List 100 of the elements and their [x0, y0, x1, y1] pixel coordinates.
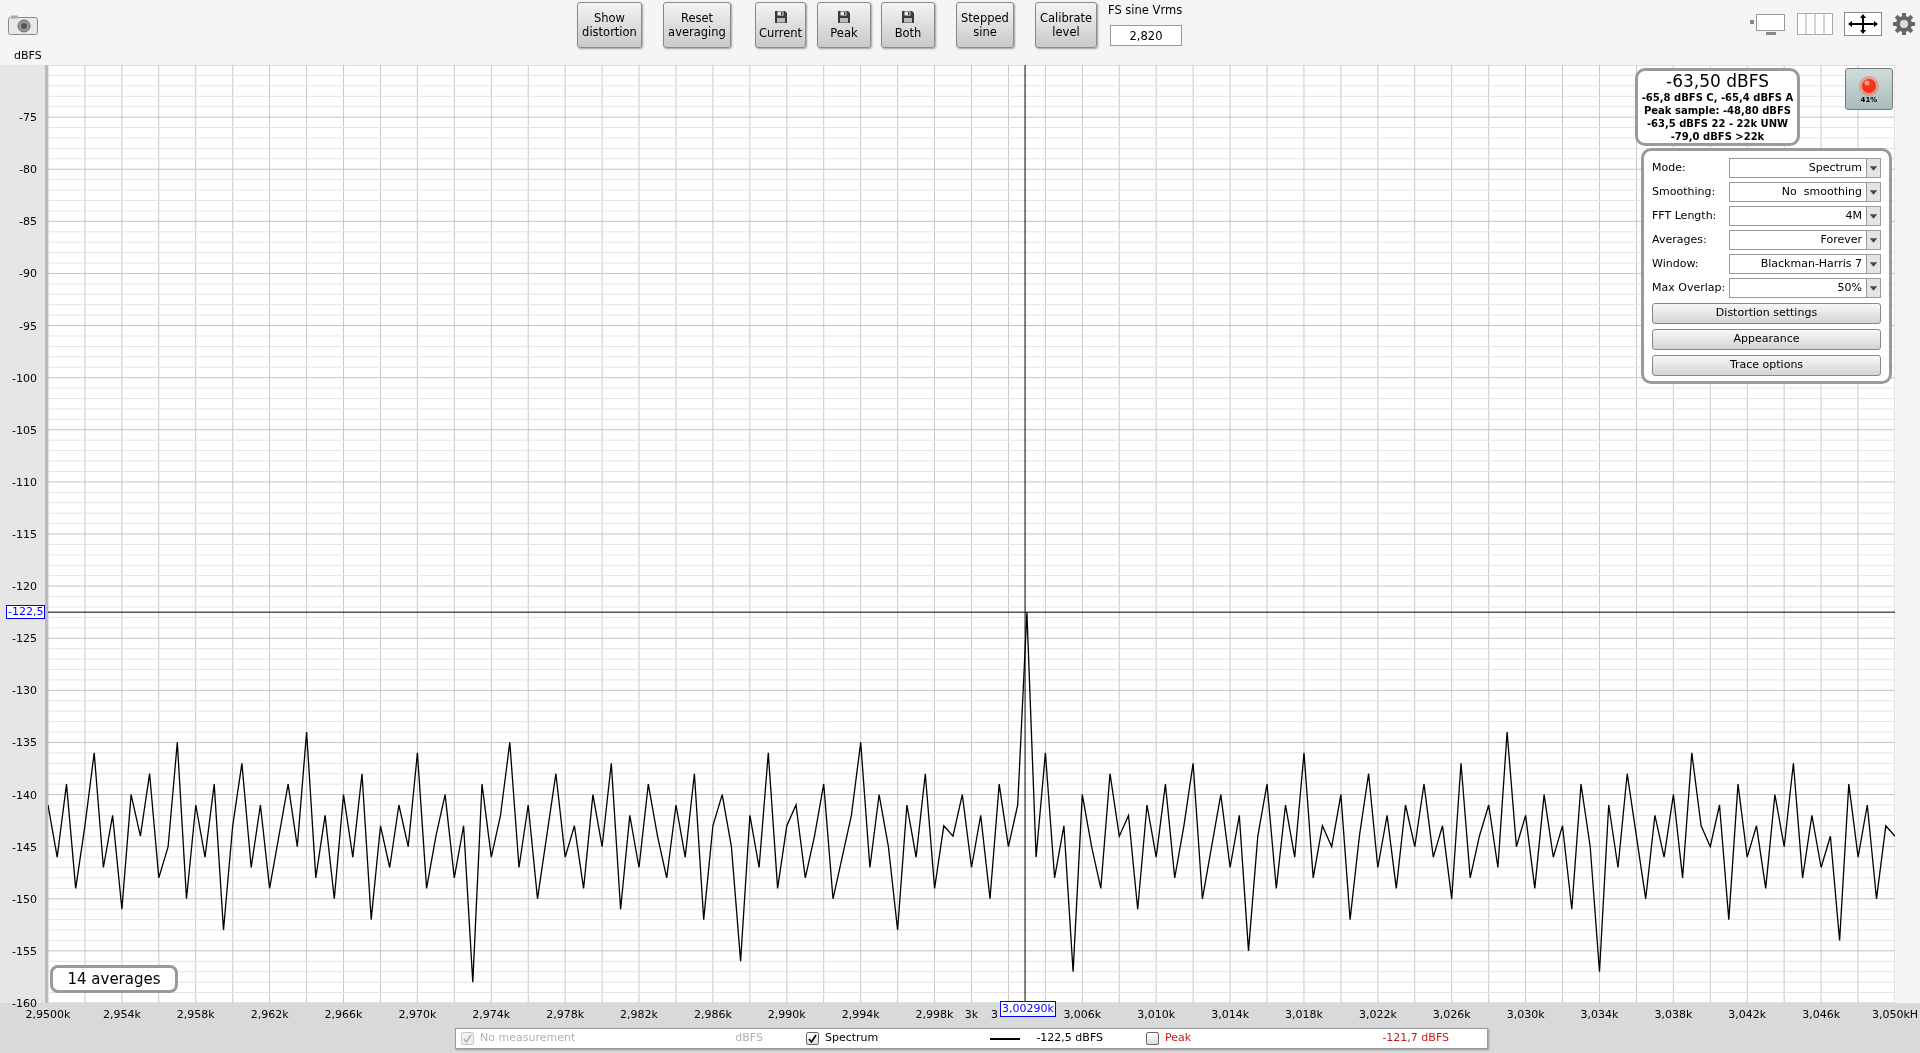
- x-axis-label: 3k: [964, 1009, 979, 1020]
- x-axis-label: 3,046k: [1802, 1009, 1841, 1020]
- y-axis-label: -155: [12, 945, 37, 957]
- toolbar-button[interactable]: Show distortion: [577, 2, 642, 48]
- x-axis-label: 2,994k: [841, 1009, 880, 1020]
- x-axis-label: 2,970k: [398, 1009, 437, 1020]
- move-arrows-icon[interactable]: [1844, 12, 1882, 36]
- y-axis-label: -125: [12, 632, 37, 644]
- setting-label: Smoothing:: [1652, 183, 1717, 200]
- layout-icon[interactable]: [1748, 12, 1786, 36]
- cursor-line[interactable]: [48, 611, 1895, 613]
- checkbox[interactable]: [806, 1032, 819, 1045]
- legend-reading: -121,7 dBFS: [1382, 1030, 1449, 1047]
- setting-dropdown[interactable]: Spectrum: [1729, 158, 1881, 178]
- setting-label: Averages:: [1652, 231, 1708, 248]
- legend-reading: -122,5 dBFS: [1036, 1030, 1103, 1047]
- setting-dropdown[interactable]: No smoothing: [1729, 182, 1881, 202]
- axis-title: dBFS: [14, 50, 42, 61]
- legend-label: Spectrum: [825, 1030, 879, 1047]
- y-axis-label: -75: [19, 111, 37, 123]
- x-axis-label: 3,018k: [1285, 1009, 1323, 1020]
- setting-label: Window:: [1652, 255, 1700, 272]
- caret-icon: [1866, 231, 1880, 249]
- setting-dropdown[interactable]: Forever: [1729, 230, 1881, 250]
- x-axis-label: 2,966k: [324, 1009, 363, 1020]
- setting-label: Mode:: [1652, 159, 1687, 176]
- checkbox[interactable]: [1146, 1032, 1159, 1045]
- legend-reading: dBFS: [735, 1030, 763, 1047]
- x-axis-label: 3,050kH: [1872, 1009, 1919, 1020]
- y-axis-label: -105: [12, 424, 37, 436]
- toolbar-button[interactable]: Both: [881, 2, 935, 48]
- fs-input-field[interactable]: 2,820: [1110, 25, 1182, 46]
- level-readout: -63,50 dBFS: [1666, 72, 1769, 91]
- x-axis-label: 2,958k: [176, 1009, 215, 1020]
- x-axis-label: 3,010k: [1137, 1009, 1176, 1020]
- y-axis-label: -135: [12, 736, 37, 748]
- x-axis-label: 3,034k: [1580, 1009, 1619, 1020]
- readout-line: -63,5 dBFS 22 - 22k UNW: [1646, 117, 1789, 130]
- floppy-icon: [901, 10, 915, 24]
- floppy-icon: [773, 10, 788, 24]
- toolbar-button[interactable]: Reset averaging: [663, 2, 731, 48]
- x-axis-label: 3: [991, 1009, 999, 1020]
- x-axis-label: 2,986k: [693, 1009, 732, 1020]
- caret-icon: [1866, 279, 1880, 297]
- y-axis-label: -95: [19, 320, 37, 332]
- toolbar-button[interactable]: Current: [755, 2, 806, 48]
- caret-icon: [1866, 207, 1880, 225]
- x-axis-label: 2,990k: [767, 1009, 806, 1020]
- y-axis-label: -80: [19, 163, 37, 175]
- x-axis-label: 3,038k: [1654, 1009, 1693, 1020]
- setting-dropdown[interactable]: 4M: [1729, 206, 1881, 226]
- caret-icon: [1866, 183, 1880, 201]
- cursor-value-label: 3,00290k: [1000, 1001, 1056, 1017]
- settings-button[interactable]: Trace options: [1652, 355, 1881, 376]
- y-axis-label: -150: [12, 893, 37, 905]
- y-axis-label: -130: [12, 684, 37, 696]
- x-axis-label: 2,9500k: [25, 1009, 71, 1020]
- x-axis-label: 3,014k: [1211, 1009, 1249, 1020]
- readout-line: Peak sample: -48,80 dBFS: [1643, 104, 1791, 117]
- x-axis-label: 2,982k: [620, 1009, 658, 1020]
- setting-dropdown[interactable]: Blackman-Harris 7: [1729, 254, 1881, 274]
- legend-label: Peak: [1165, 1030, 1192, 1047]
- led-icon: [1858, 74, 1880, 97]
- y-axis-label: -140: [12, 789, 37, 801]
- floppy-icon: [837, 10, 851, 24]
- x-axis-label: 3,022k: [1358, 1009, 1397, 1020]
- x-axis-label: 3,042k: [1728, 1009, 1767, 1020]
- x-axis-label: 2,962k: [250, 1009, 289, 1020]
- cursor-line[interactable]: [1024, 65, 1026, 1003]
- toolbar-button[interactable]: Calibrate level: [1035, 2, 1097, 48]
- y-axis-label: -85: [19, 215, 37, 227]
- readout-line: -65,8 dBFS C, -65,4 dBFS A: [1641, 91, 1794, 104]
- field-label: FS sine Vrms: [1108, 3, 1183, 17]
- x-axis-label: 2,978k: [546, 1009, 585, 1020]
- y-axis-label: -115: [12, 528, 37, 540]
- settings-button[interactable]: Appearance: [1652, 329, 1881, 350]
- caret-icon: [1866, 159, 1880, 177]
- y-axis-label: -110: [12, 476, 37, 488]
- y-axis-label: -145: [12, 841, 37, 853]
- setting-label: FFT Length:: [1652, 207, 1718, 224]
- cursor-value-label: -122,5: [6, 605, 46, 620]
- x-axis-label: 3,026k: [1432, 1009, 1471, 1020]
- legend-label: No measurement: [480, 1030, 576, 1047]
- settings-button[interactable]: Distortion settings: [1652, 303, 1881, 324]
- y-axis-label: -160: [12, 997, 37, 1009]
- x-axis-label: 2,974k: [472, 1009, 511, 1020]
- averages-count: 14 averages: [50, 965, 178, 993]
- camera-icon[interactable]: [8, 15, 38, 35]
- toolbar-button[interactable]: Peak: [817, 2, 871, 48]
- readout-line: -79,0 dBFS >22k: [1670, 130, 1765, 143]
- setting-label: Max Overlap:: [1652, 279, 1727, 296]
- y-axis-label: -90: [19, 267, 37, 279]
- x-axis-label: 2,998k: [915, 1009, 954, 1020]
- caret-icon: [1866, 255, 1880, 273]
- x-axis-label: 3,030k: [1506, 1009, 1545, 1020]
- x-axis-label: 3,006k: [1063, 1009, 1102, 1020]
- y-axis-label: -120: [12, 580, 37, 592]
- setting-dropdown[interactable]: 50%: [1729, 278, 1881, 298]
- x-axis-label: 2,954k: [102, 1009, 141, 1020]
- toolbar-button[interactable]: Stepped sine: [956, 2, 1014, 48]
